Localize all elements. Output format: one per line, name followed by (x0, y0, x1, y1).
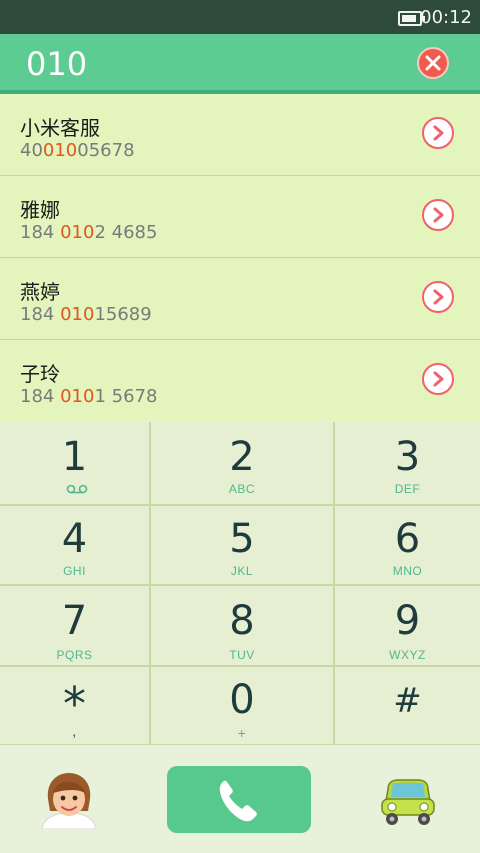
key-6[interactable]: 6 MNO (335, 506, 480, 584)
key-letters: ABC (228, 482, 256, 496)
contact-row[interactable]: 雅娜 184 0102 4685 (0, 176, 480, 258)
call-button[interactable] (167, 766, 311, 833)
key-3[interactable]: 3 DEF (335, 422, 480, 504)
key-letters: PQRS (56, 648, 93, 662)
number-prefix: 184 (20, 386, 61, 407)
key-letters: GHI (63, 564, 86, 578)
key-digit: 2 (229, 434, 255, 480)
key-8[interactable]: 8 TUV (151, 586, 333, 665)
key-9[interactable]: 9 WXYZ (335, 586, 480, 665)
contact-row[interactable]: 燕婷 184 01015689 (0, 258, 480, 340)
status-time: 00:12 (420, 7, 472, 28)
contact-name: 小米客服 (20, 116, 100, 140)
number-match: 010 (42, 140, 78, 161)
dial-display: 010 (0, 34, 480, 94)
key-digit: 3 (394, 434, 421, 480)
key-pound[interactable]: # (335, 667, 480, 744)
dialed-number[interactable]: 010 (26, 45, 87, 83)
key-7[interactable]: 7 PQRS (0, 586, 149, 665)
key-digit: 4 (61, 516, 88, 562)
key-digit: 1 (61, 434, 88, 480)
key-digit: 8 (229, 598, 255, 644)
clear-button[interactable] (417, 47, 449, 79)
number-match: 010 (60, 304, 95, 325)
contact-number: 184 01015689 (20, 304, 152, 325)
key-letters: WXYZ (389, 648, 426, 662)
key-digit: # (393, 681, 422, 721)
number-prefix: 40 (20, 140, 43, 161)
contact-number: 184 0101 5678 (20, 386, 157, 407)
close-icon (425, 55, 441, 71)
status-bar: 00:12 (0, 0, 480, 34)
chevron-right-icon (433, 207, 444, 223)
key-letters: JKL (230, 564, 254, 578)
key-letters: , (72, 723, 77, 739)
contact-detail-button[interactable] (422, 281, 454, 313)
number-suffix: 2 4685 (94, 222, 158, 243)
chevron-right-icon (433, 289, 444, 305)
contact-detail-button[interactable] (422, 199, 454, 231)
key-digit: 5 (229, 516, 255, 562)
phone-icon (219, 780, 257, 822)
contacts-button[interactable] (38, 771, 100, 830)
key-5[interactable]: 5 JKL (151, 506, 333, 584)
key-digit: 9 (394, 598, 421, 644)
key-letters: DEF (394, 482, 421, 496)
key-digit: 7 (61, 598, 88, 644)
key-letters: TUV (229, 648, 255, 662)
keypad: 1 2 ABC 3 DEF 4 GHI 5 JKL 6 MNO 7 PQRS 8… (0, 422, 480, 744)
contact-row[interactable]: 小米客服 4001005678 (0, 94, 480, 176)
car-button[interactable] (378, 775, 438, 827)
contact-number: 184 0102 4685 (20, 222, 157, 243)
bottom-bar (0, 744, 480, 853)
contact-number: 4001005678 (20, 140, 135, 161)
contact-row[interactable]: 子玲 184 0101 5678 (0, 340, 480, 422)
key-letters: MNO (392, 564, 423, 578)
key-digit: 0 (229, 677, 255, 723)
number-suffix: 05678 (77, 140, 135, 161)
avatar-icon (41, 773, 97, 830)
number-prefix: 184 (20, 304, 61, 325)
key-1[interactable]: 1 (0, 422, 149, 504)
number-prefix: 184 (20, 222, 61, 243)
battery-icon (398, 11, 425, 26)
number-suffix: 1 5678 (94, 386, 158, 407)
contact-list: 小米客服 4001005678 雅娜 184 0102 4685 燕婷 184 … (0, 94, 480, 422)
key-4[interactable]: 4 GHI (0, 506, 149, 584)
key-letters: + (237, 725, 247, 741)
key-2[interactable]: 2 ABC (151, 422, 333, 504)
key-digit: 6 (394, 516, 421, 562)
contact-detail-button[interactable] (422, 117, 454, 149)
chevron-right-icon (433, 125, 444, 141)
contact-name: 燕婷 (20, 280, 60, 304)
contact-detail-button[interactable] (422, 363, 454, 395)
number-match: 010 (60, 386, 95, 407)
key-0[interactable]: 0 + (151, 667, 333, 744)
car-icon (381, 779, 435, 825)
contact-name: 子玲 (20, 362, 60, 386)
key-star[interactable]: * , (0, 667, 149, 744)
contact-name: 雅娜 (20, 198, 60, 222)
voicemail-icon (66, 484, 88, 494)
chevron-right-icon (433, 371, 444, 387)
number-suffix: 15689 (94, 304, 152, 325)
number-match: 010 (60, 222, 95, 243)
